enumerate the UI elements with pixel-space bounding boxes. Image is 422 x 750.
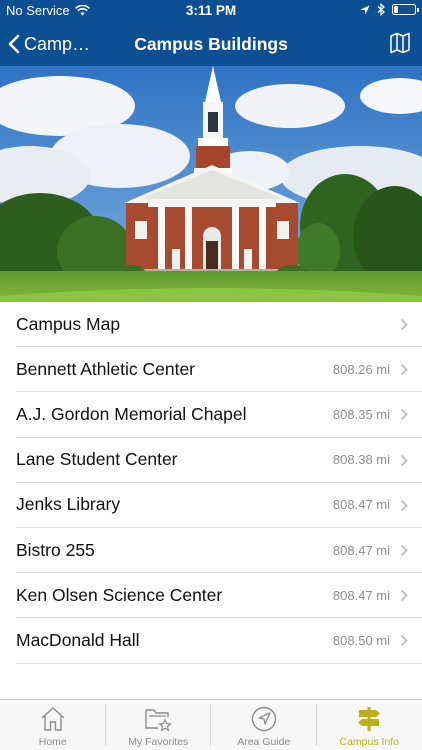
signpost-icon xyxy=(358,707,381,731)
list-item-lane-student-center[interactable]: Lane Student Center 808.38 mi xyxy=(16,438,422,483)
tab-area-guide[interactable]: Area Guide xyxy=(211,700,317,750)
list-item-macdonald-hall[interactable]: MacDonald Hall 808.50 mi xyxy=(16,618,422,664)
chevron-right-icon xyxy=(400,544,408,557)
list-item-distance: 808.47 mi xyxy=(332,587,390,603)
list-item-label: Lane Student Center xyxy=(16,449,178,470)
list-item-bennett-athletic-center[interactable]: Bennett Athletic Center 808.26 mi xyxy=(16,347,422,393)
list-item-label: Bistro 255 xyxy=(16,539,95,560)
status-time: 3:11 PM xyxy=(185,3,237,18)
tab-home-label: Home xyxy=(38,736,67,748)
chevron-right-icon xyxy=(400,318,408,331)
chevron-right-icon xyxy=(400,635,408,647)
tab-bar: Home My Favorites Area Guide Campus Info xyxy=(0,699,422,750)
list-item-distance: 808.26 mi xyxy=(332,361,390,377)
list-item-label: A.J. Gordon Memorial Chapel xyxy=(16,403,247,424)
status-bar: No Service 3:11 PM xyxy=(0,0,422,22)
location-arrow-icon xyxy=(360,5,370,14)
list-item-distance: 808.47 mi xyxy=(332,542,390,558)
favorites-folder-icon xyxy=(145,709,173,732)
chevron-right-icon xyxy=(400,364,408,376)
back-button-label: Camp… xyxy=(24,33,91,54)
home-icon xyxy=(41,707,65,731)
list-item-gordon-memorial-chapel[interactable]: A.J. Gordon Memorial Chapel 808.35 mi xyxy=(16,392,422,438)
status-right xyxy=(360,3,419,16)
back-button[interactable]: Camp… xyxy=(8,22,90,66)
list-item-distance: 808.38 mi xyxy=(332,452,390,468)
tab-my-favorites-label: My Favorites xyxy=(128,736,189,748)
chapel-photo xyxy=(0,66,422,302)
map-button[interactable] xyxy=(390,32,410,59)
chevron-right-icon xyxy=(400,454,408,466)
tab-my-favorites[interactable]: My Favorites xyxy=(106,700,211,750)
list-item-jenks-library[interactable]: Jenks Library 808.47 mi xyxy=(16,483,422,528)
list-item-label: Ken Olsen Science Center xyxy=(16,584,223,605)
battery-icon xyxy=(392,4,419,15)
chevron-right-icon xyxy=(400,499,408,512)
list-item-label: Bennett Athletic Center xyxy=(16,358,195,379)
navigation-bar: Camp… Campus Buildings xyxy=(0,22,422,66)
compass-icon xyxy=(251,706,276,732)
list-item-bistro-255[interactable]: Bistro 255 808.47 mi xyxy=(16,528,422,574)
list-item-distance: 808.47 mi xyxy=(332,497,390,513)
chevron-right-icon xyxy=(400,590,408,602)
tab-campus-info[interactable]: Campus Info xyxy=(317,700,422,750)
bluetooth-icon xyxy=(377,3,385,16)
buildings-list: Campus Map Bennett Athletic Center 808.2… xyxy=(0,302,422,664)
chevron-right-icon xyxy=(400,409,408,421)
chapel-illustration xyxy=(0,66,422,302)
list-item-ken-olsen-science-center[interactable]: Ken Olsen Science Center 808.47 mi xyxy=(16,573,422,619)
map-icon xyxy=(390,32,410,54)
tab-campus-info-label: Campus Info xyxy=(339,736,400,748)
tab-area-guide-label: Area Guide xyxy=(237,736,291,748)
list-item-label: Jenks Library xyxy=(16,494,121,515)
list-item-distance: 808.35 mi xyxy=(332,406,390,422)
list-item-campus-map[interactable]: Campus Map xyxy=(16,302,422,348)
tab-home[interactable]: Home xyxy=(0,700,106,750)
list-item-distance: 808.50 mi xyxy=(332,632,390,648)
chevron-left-icon xyxy=(8,34,20,54)
list-item-label: Campus Map xyxy=(16,313,121,334)
list-item-label: MacDonald Hall xyxy=(16,629,140,650)
